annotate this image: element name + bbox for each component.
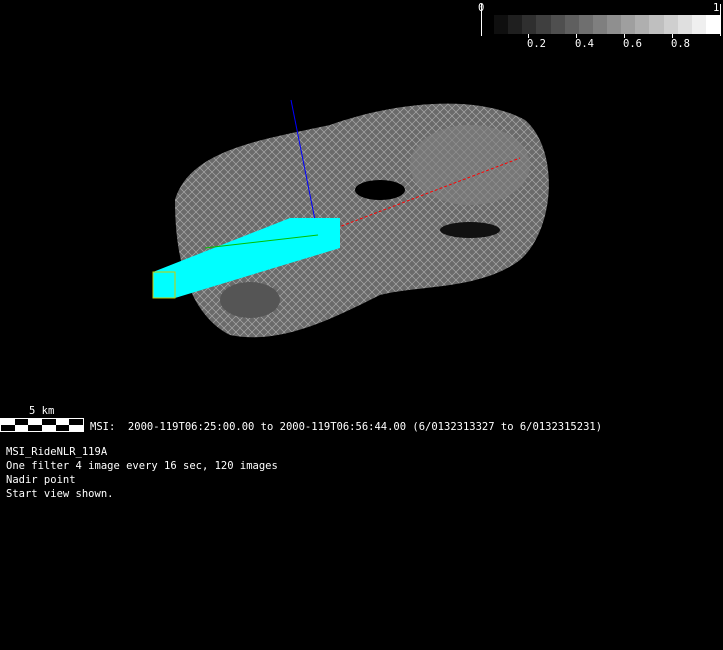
scale-bar-cell: [69, 425, 83, 431]
scale-bar: [0, 418, 84, 432]
scale-bar-cell: [1, 425, 15, 431]
scale-bar-cell: [42, 425, 56, 431]
time-range-text: MSI: 2000-119T06:25:00.00 to 2000-119T06…: [90, 421, 603, 433]
asteroid-3d-view[interactable]: [0, 0, 723, 650]
filter-description: One filter 4 image every 16 sec, 120 ima…: [6, 460, 278, 472]
scale-bar-cell: [55, 425, 70, 431]
scale-bar-label: 5 km: [29, 405, 55, 417]
scale-bar-cell: [14, 425, 29, 431]
view-status: Start view shown.: [6, 488, 114, 500]
asteroid-shape: [175, 103, 549, 338]
pointing-mode: Nadir point: [6, 474, 76, 486]
scale-bar-cell: [28, 425, 42, 431]
sequence-name: MSI_RideNLR_119A: [6, 446, 108, 458]
